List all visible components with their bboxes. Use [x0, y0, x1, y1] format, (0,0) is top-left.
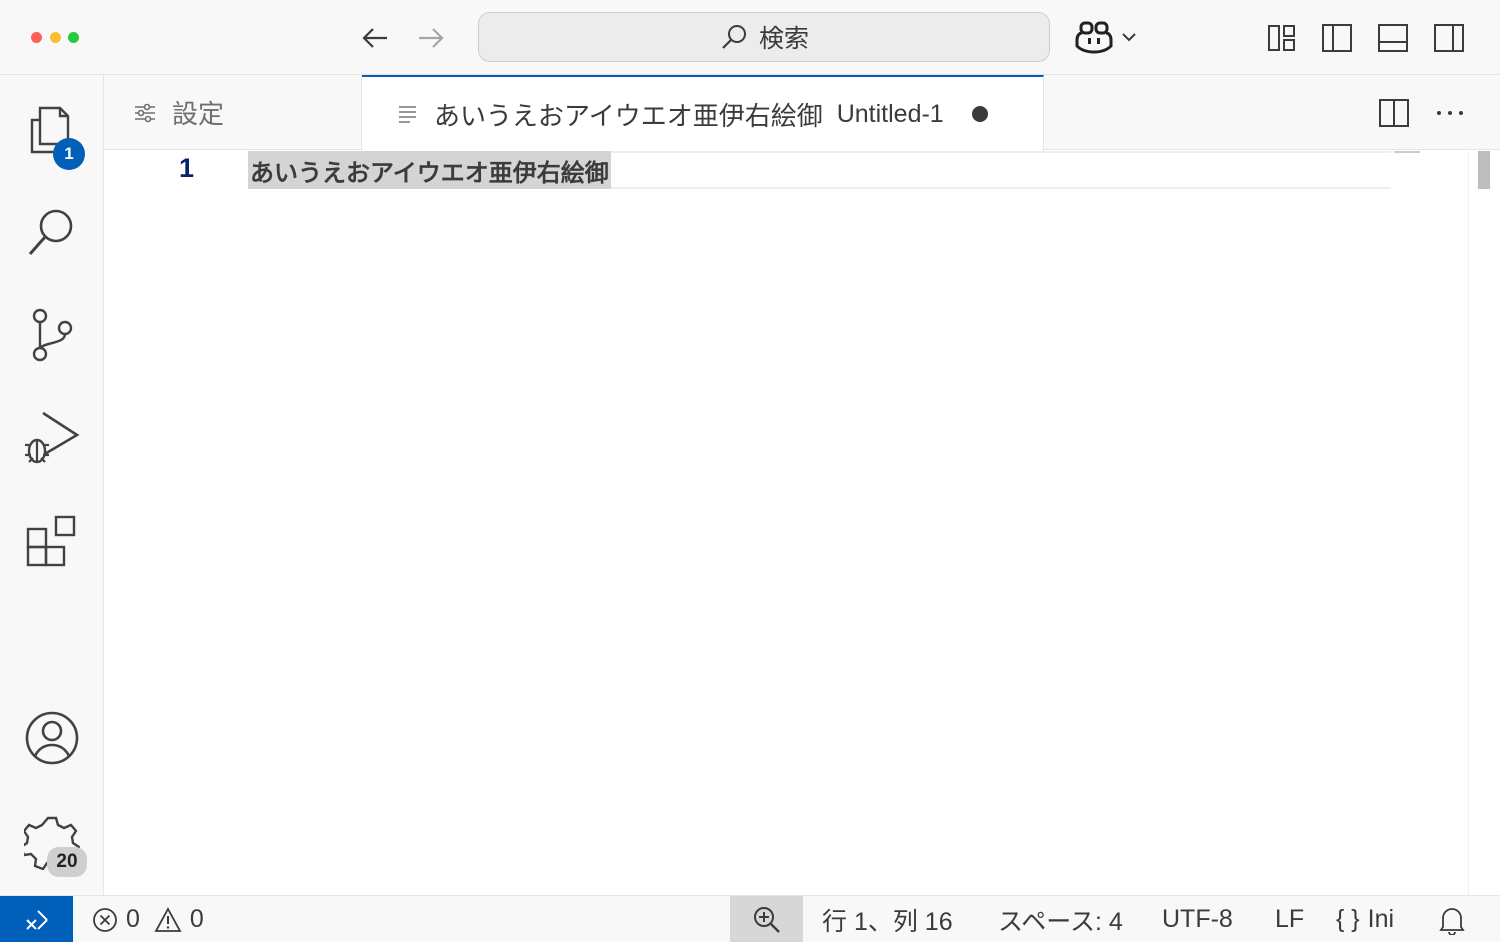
toggle-panel-button[interactable]	[1373, 18, 1413, 58]
text-file-icon	[399, 106, 416, 123]
encoding[interactable]: UTF-8	[1162, 896, 1233, 942]
search-icon	[722, 25, 746, 49]
window-maximize-button[interactable]	[68, 32, 79, 43]
settings-sliders-icon	[135, 103, 155, 122]
activity-explorer[interactable]: 1	[0, 85, 104, 175]
forward-button[interactable]	[411, 18, 451, 58]
account-icon	[25, 711, 79, 765]
activity-run-debug[interactable]	[0, 393, 104, 483]
tab-filename: Untitled-1	[836, 99, 944, 128]
end-of-line[interactable]: LF	[1275, 896, 1304, 942]
more-actions-button[interactable]	[1429, 92, 1471, 134]
toggle-secondary-sidebar-icon	[1434, 24, 1464, 52]
toggle-panel-icon	[1378, 24, 1408, 52]
search-label: 検索	[758, 24, 809, 53]
zoom-icon	[753, 906, 780, 933]
notifications-button[interactable]	[1438, 896, 1466, 942]
extensions-icon	[26, 515, 76, 567]
command-center-search[interactable]: 検索	[478, 12, 1050, 62]
copilot-menu-button[interactable]	[1074, 16, 1138, 58]
back-button[interactable]	[355, 18, 395, 58]
scrollbar-thumb[interactable]	[1478, 151, 1490, 189]
activity-source-control[interactable]	[0, 290, 104, 380]
status-bar: 0 0 行 1、列 16 スペース: 4 UTF-8 LF { } Ini	[0, 895, 1500, 942]
error-count: 0	[126, 905, 140, 933]
bell-icon	[1439, 907, 1465, 935]
vertical-scrollbar[interactable]	[1468, 151, 1500, 895]
language-mode[interactable]: { } Ini	[1336, 896, 1394, 942]
activity-search[interactable]	[0, 187, 104, 277]
tab-untitled-1[interactable]: あいうえおアイウエオ亜伊右絵御 Untitled-1	[362, 75, 1044, 151]
tab-settings[interactable]: 設定	[104, 75, 362, 150]
more-actions-icon	[1437, 111, 1463, 115]
cursor-position[interactable]: 行 1、列 16	[822, 896, 953, 942]
language-braces-icon: { }	[1336, 905, 1360, 933]
activity-accounts[interactable]	[0, 693, 104, 783]
window-minimize-button[interactable]	[50, 32, 61, 43]
warning-icon	[154, 906, 182, 932]
editor-area[interactable]: 1 あいうえおアイウエオ亜伊右絵御	[104, 151, 1500, 895]
language-label: Ini	[1367, 905, 1395, 933]
forward-arrow-icon	[419, 28, 444, 48]
split-editor-icon	[1379, 99, 1409, 127]
line-number: 1	[178, 153, 194, 183]
minimap-slider[interactable]	[1394, 151, 1420, 153]
indentation[interactable]: スペース: 4	[998, 896, 1123, 942]
window-close-button[interactable]	[31, 32, 42, 43]
toggle-primary-sidebar-icon	[1322, 24, 1352, 52]
explorer-badge: 1	[53, 138, 85, 170]
copilot-icon	[1075, 21, 1113, 54]
manage-badge: 20	[47, 847, 87, 877]
chevron-down-icon	[1122, 33, 1136, 42]
back-arrow-icon	[362, 28, 387, 48]
editor-line-text[interactable]: あいうえおアイウエオ亜伊右絵御	[248, 151, 611, 189]
activity-extensions[interactable]	[0, 496, 104, 586]
problems-indicator[interactable]: 0 0	[92, 896, 204, 942]
split-editor-button[interactable]	[1373, 92, 1415, 134]
source-control-icon	[32, 308, 73, 362]
run-debug-icon	[25, 411, 80, 464]
search-icon	[28, 209, 73, 255]
zoom-button[interactable]	[730, 896, 803, 942]
toggle-primary-sidebar-button[interactable]	[1317, 18, 1357, 58]
activity-manage[interactable]: 20	[0, 797, 104, 887]
error-icon	[93, 907, 117, 932]
remote-indicator[interactable]	[0, 896, 73, 942]
tab-title: あいうえおアイウエオ亜伊右絵御	[434, 101, 823, 132]
editor-tab-bar: 設定 あいうえおアイウエオ亜伊右絵御 Untitled-1	[104, 75, 1500, 151]
warning-count: 0	[189, 905, 204, 933]
toggle-secondary-sidebar-button[interactable]	[1429, 18, 1469, 58]
customize-layout-button[interactable]	[1262, 18, 1302, 58]
unsaved-indicator[interactable]	[971, 106, 988, 122]
customize-layout-icon	[1268, 25, 1295, 51]
remote-icon	[25, 909, 48, 930]
tab-settings-label: 設定	[172, 100, 225, 130]
activity-bar: 1 20	[0, 75, 104, 895]
title-bar: 検索	[0, 0, 1500, 75]
